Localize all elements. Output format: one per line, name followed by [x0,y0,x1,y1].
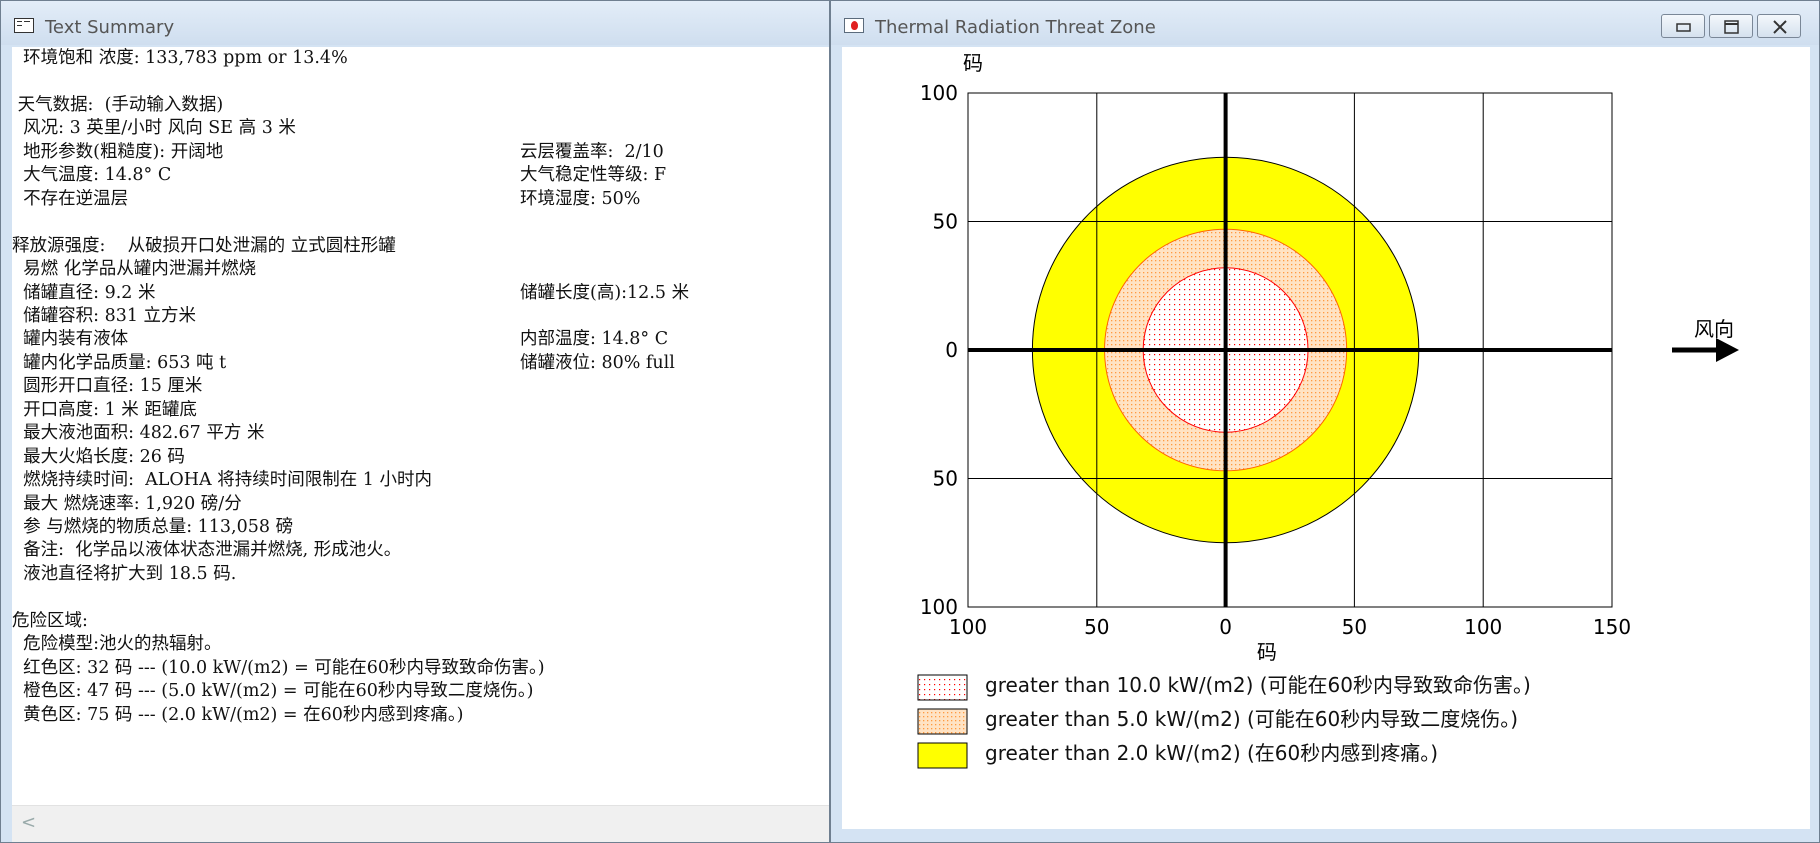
summary-line: 大气温度: 14.8° C [12,165,172,186]
summary-line: 圆形开口直径: 15 厘米 [12,376,203,397]
summary-line: 危险模型:池火的热辐射。 [12,634,222,655]
x-tick-label: 100 [1464,615,1502,639]
summary-line: 参 与燃烧的物质总量: 113,058 磅 [12,517,294,537]
x-tick-label: 150 [1593,615,1631,639]
wind-direction-indicator: 风向 [1672,317,1739,362]
summary-line: 红色区: 32 码 --- (10.0 kW/(m2) = 可能在60秒内导致致… [12,657,545,678]
wind-direction-label: 风向 [1694,317,1734,341]
fire-icon [844,18,864,33]
y-axis-label: 码 [963,51,983,75]
summary-line: 燃烧持续时间: ALOHA 将持续时间限制在 1 小时内 [12,470,432,491]
summary-line: 橙色区: 47 码 --- (5.0 kW/(m2) = 可能在60秒内导致二度… [12,681,534,702]
summary-line-right: 内部温度: 14.8° C [520,329,669,350]
summary-line-right: 环境湿度: 50% [520,188,641,209]
legend-label-yellow: greater than 2.0 kW/(m2) (在60秒内感到疼痛。) [985,741,1438,765]
y-tick-label: 100 [920,81,958,105]
summary-line: 罐内装有液体 [12,329,129,350]
restore-button[interactable] [1709,14,1753,38]
x-axis-label: 码 [1257,640,1277,664]
summary-line: 备注: 化学品以液体状态泄漏并燃烧, 形成池火。 [12,540,402,561]
summary-line: 最大火焰长度: 26 码 [12,446,185,467]
minimize-button[interactable] [1661,14,1705,38]
summary-line-right: 储罐液位: 80% full [520,352,675,373]
threat-zone-window: Thermal Radiation Threat Zone 100 50 0 50 [830,0,1820,843]
y-tick-label: 50 [933,210,958,234]
summary-line: 储罐容积: 831 立方米 [12,305,197,326]
summary-line: 危险区域: [12,610,88,631]
y-tick-label: 0 [945,338,958,362]
summary-line: 释放源强度: 从破损开口处泄漏的 立式圆柱形罐 [12,235,396,256]
summary-line: 最大 燃烧速率: 1,920 磅/分 [12,493,242,514]
restore-icon [1724,20,1739,34]
window-title: Text Summary [45,17,175,38]
summary-line-right: 储罐长度(高):12.5 米 [520,282,690,303]
close-button[interactable] [1757,14,1801,38]
x-tick-label: 50 [1342,615,1367,639]
y-tick-label: 50 [933,467,958,491]
text-summary-titlebar[interactable]: Text Summary [1,1,829,45]
text-summary-content: 环境饱和 浓度: 133,783 ppm or 13.4% 天气数据: (手动输… [12,47,829,842]
summary-line: 易燃 化学品从罐内泄漏并燃烧 [12,259,257,280]
x-tick-label: 50 [1084,615,1109,639]
summary-text: 环境饱和 浓度: 133,783 ppm or 13.4% 天气数据: (手动输… [12,47,829,806]
legend-swatch-yellow [917,742,968,769]
legend-swatch-orange [917,708,968,735]
close-icon [1773,20,1787,34]
x-tick-label: 0 [1219,615,1232,639]
summary-line: 液池直径将扩大到 18.5 码. [12,563,237,584]
summary-line: 天气数据: (手动输入数据) [12,94,224,115]
summary-line: 风况: 3 英里/小时 风向 SE 高 3 米 [12,118,296,139]
y-tick-label: 100 [920,595,958,619]
summary-line: 开口高度: 1 米 距罐底 [12,399,197,420]
scroll-left-icon[interactable]: < [21,812,36,833]
window-title: Thermal Radiation Threat Zone [875,17,1156,38]
legend-label-red: greater than 10.0 kW/(m2) (可能在60秒内导致致命伤害… [985,673,1531,697]
summary-line: 不存在逆温层 [12,188,129,209]
summary-line-right: 云层覆盖率: 2/10 [520,141,664,162]
summary-line: 黄色区: 75 码 --- (2.0 kW/(m2) = 在60秒内感到疼痛。) [12,704,464,725]
summary-line: 罐内化学品质量: 653 吨 t [12,352,227,373]
horizontal-scrollbar[interactable]: < [12,805,829,842]
legend-label-orange: greater than 5.0 kW/(m2) (可能在60秒内导致二度烧伤。… [985,707,1518,731]
summary-line-right: 大气稳定性等级: F [520,165,667,186]
threat-zone-titlebar[interactable]: Thermal Radiation Threat Zone [831,1,1819,45]
summary-line: 最大液池面积: 482.67 平方 米 [12,423,265,444]
summary-line: 储罐直径: 9.2 米 [12,282,156,303]
text-summary-window: Text Summary 环境饱和 浓度: 133,783 ppm or 13.… [0,0,830,843]
threat-zone-content: 100 50 0 50 100 150 100 50 0 50 100 码码 greater than … [842,47,1810,829]
summary-line: 环境饱和 浓度: 133,783 ppm or 13.4% [12,48,348,68]
minimize-icon [1676,23,1691,32]
wind-arrow-icon [1716,338,1739,362]
summary-line: 地形参数(粗糙度): 开阔地 [12,141,224,162]
threat-zone-chart: 100 50 0 50 100 15010050050100码码greater than … [917,51,1739,769]
legend-swatch-red [917,674,968,701]
document-icon [14,18,34,33]
